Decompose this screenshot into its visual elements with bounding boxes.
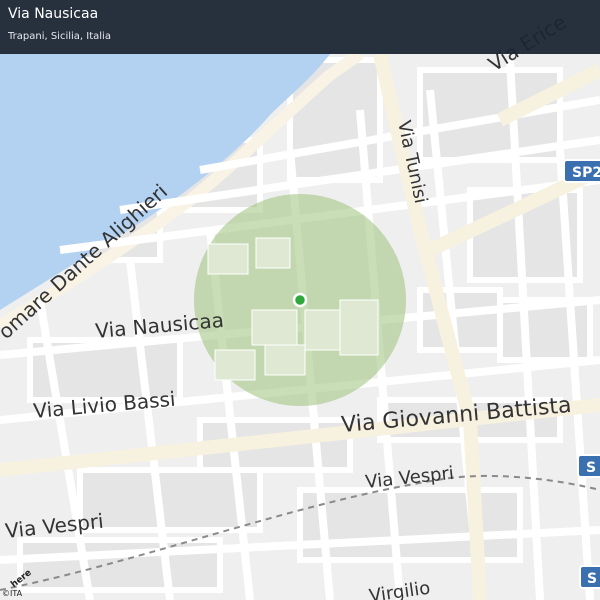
map-canvas[interactable]: omare Dante Alighieri Via Nausicaa Via L… <box>0 0 600 600</box>
place-title: Via Nausicaa <box>8 6 99 22</box>
map-header: Via Nausicaa Trapani, Sicilia, Italia <box>0 0 600 54</box>
copyright-text: ©ITA <box>2 589 23 598</box>
svg-text:S: S <box>587 571 597 587</box>
location-pin[interactable] <box>292 292 308 308</box>
svg-text:SP2: SP2 <box>572 165 600 181</box>
shield-sp2: SP2 <box>563 159 600 183</box>
place-subtitle: Trapani, Sicilia, Italia <box>8 31 111 42</box>
shield-s-upper: S <box>577 454 600 478</box>
svg-text:S: S <box>586 460 596 476</box>
shield-s-lower: S <box>579 565 600 589</box>
